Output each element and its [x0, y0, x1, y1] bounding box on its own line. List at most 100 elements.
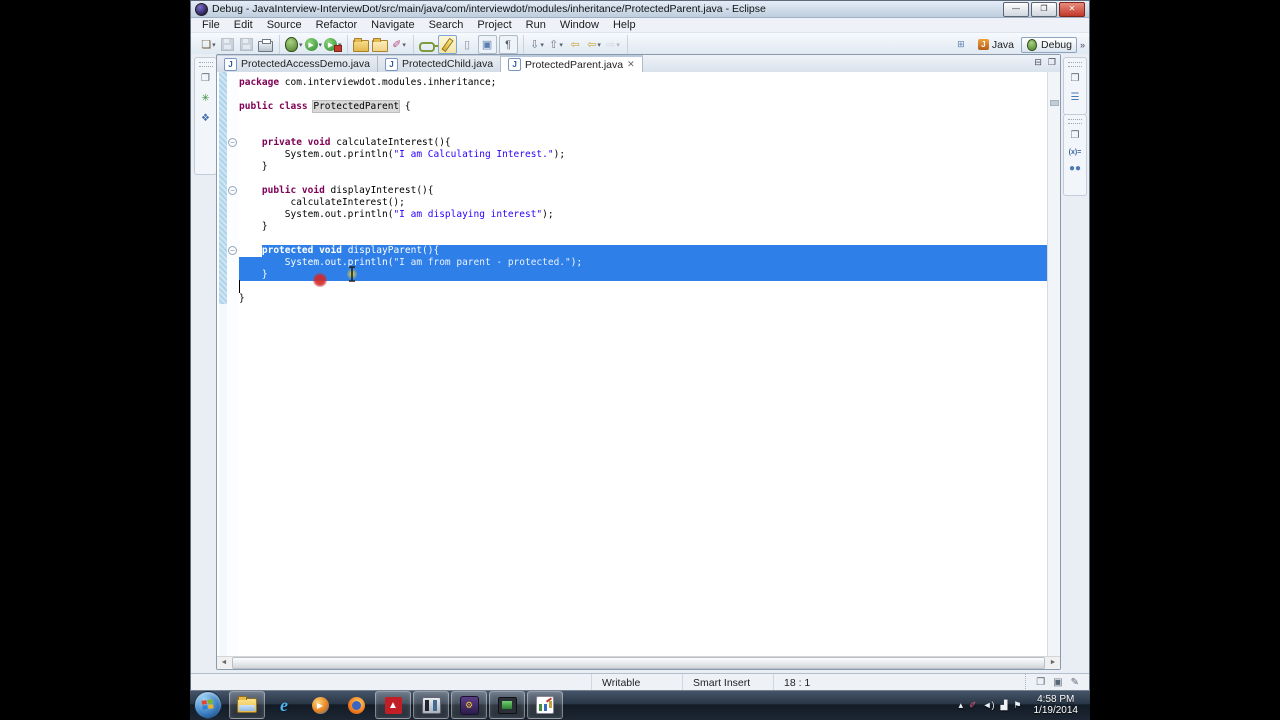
volume-icon[interactable]: ◄)	[983, 700, 995, 710]
tasks-trim-icon[interactable]: ✎	[1071, 677, 1079, 688]
code-line[interactable]: calculateInterest();	[239, 197, 1048, 209]
minimize-button[interactable]: —	[1003, 1, 1029, 17]
code-line[interactable]: package com.interviewdot.modules.inherit…	[239, 77, 1048, 89]
perspective-java-button[interactable]: J Java	[974, 38, 1018, 52]
occurrence-marker[interactable]	[1050, 100, 1059, 106]
open-resource-button[interactable]	[372, 36, 389, 53]
code-line[interactable]	[239, 89, 1048, 101]
run-button[interactable]: ▶ ▾	[304, 36, 323, 53]
save-button[interactable]	[219, 36, 236, 53]
last-edit-location-button[interactable]: ⇦	[567, 36, 584, 53]
code-line[interactable]	[239, 113, 1048, 125]
taskbar-item-windows-explorer[interactable]	[229, 691, 265, 719]
rail-grip[interactable]	[198, 62, 213, 67]
code-line[interactable]: }	[239, 161, 1048, 173]
servers-view-icon[interactable]: ❖	[201, 113, 210, 125]
back-button[interactable]: ⇦ ▾	[586, 36, 603, 53]
fold-collapse-icon[interactable]: −	[228, 138, 237, 147]
action-center-icon[interactable]: ⚑	[1013, 700, 1021, 711]
restore-trim-icon[interactable]: ❐	[1036, 677, 1045, 688]
maximize-button[interactable]: ❐	[1031, 1, 1057, 17]
menu-source[interactable]: Source	[260, 18, 309, 32]
menu-run[interactable]: Run	[519, 18, 553, 32]
menu-file[interactable]: File	[195, 18, 227, 32]
fold-collapse-icon[interactable]: −	[228, 246, 237, 255]
dropdown-arrow-icon[interactable]: ▾	[402, 41, 406, 49]
open-perspective-button[interactable]: ⊞	[951, 38, 971, 52]
code-line[interactable]	[239, 125, 1048, 137]
taskbar-item-screen-recorder[interactable]	[489, 691, 525, 719]
title-bar[interactable]: Debug - JavaInterview-InterviewDot/src/m…	[191, 1, 1089, 18]
menu-window[interactable]: Window	[553, 18, 606, 32]
variables-view-icon[interactable]: (x)=	[1069, 149, 1082, 156]
dropdown-arrow-icon[interactable]: ▾	[616, 41, 620, 49]
dropdown-arrow-icon[interactable]: ▾	[597, 41, 601, 49]
next-annotation-button[interactable]: ⇩ ▾	[529, 36, 546, 53]
console-trim-icon[interactable]: ▣	[1053, 677, 1062, 688]
code-line[interactable]: public void displayInterest(){	[239, 185, 1048, 197]
dropdown-arrow-icon[interactable]: ▾	[212, 41, 216, 49]
fold-collapse-icon[interactable]: −	[228, 186, 237, 195]
tab-close-icon[interactable]: ✕	[627, 59, 635, 70]
scroll-right-arrow[interactable]: ►	[1046, 657, 1060, 669]
forward-button[interactable]: ⇨ ▾	[605, 36, 622, 53]
code-line[interactable]: }	[239, 269, 1048, 281]
code-line[interactable]: System.out.println("I am from parent - p…	[239, 257, 1048, 269]
code-line[interactable]: }	[239, 221, 1048, 233]
restore-views-icon[interactable]: ❐	[1071, 130, 1080, 142]
menu-project[interactable]: Project	[470, 18, 518, 32]
restore-views-icon[interactable]: ❐	[1071, 73, 1080, 85]
outline-view-icon[interactable]: ☰	[1071, 92, 1080, 104]
open-type-button[interactable]	[353, 36, 370, 53]
minimize-stack-icon[interactable]: ⊟	[1034, 57, 1042, 68]
taskbar-clock[interactable]: 4:58 PM 1/19/2014	[1028, 694, 1085, 716]
dropdown-arrow-icon[interactable]: ▾	[559, 41, 563, 49]
dropdown-arrow-icon[interactable]: ▾	[319, 41, 323, 49]
editor-content[interactable]: − − − package com.interviewdot.modules.inh…	[217, 72, 1060, 658]
perspective-overflow-chevron[interactable]: »	[1080, 40, 1085, 50]
code-line[interactable]	[239, 173, 1048, 185]
code-line[interactable]: System.out.println("I am displaying inte…	[239, 209, 1048, 221]
editor-tab-protectedparent-java[interactable]: J ProtectedParent.java ✕	[501, 55, 643, 72]
menu-search[interactable]: Search	[422, 18, 471, 32]
scrollbar-thumb[interactable]	[232, 657, 1045, 669]
code-line[interactable]: System.out.println("I am Calculating Int…	[239, 149, 1048, 161]
external-tools-button[interactable]: ▶▾	[324, 36, 342, 53]
new-wizard-button[interactable]: ❏ ▾	[200, 36, 217, 53]
search-button[interactable]: ✐ ▾	[391, 36, 408, 53]
perspective-debug-button[interactable]: Debug	[1021, 36, 1077, 53]
code-line[interactable]: protected void displayParent(){	[239, 245, 1048, 257]
externalize-strings-button[interactable]	[419, 36, 439, 53]
print-button[interactable]	[257, 36, 274, 53]
recorder-tray-icon[interactable]: ✐	[969, 700, 977, 711]
close-button[interactable]: ✕	[1059, 1, 1085, 17]
code-area[interactable]: package com.interviewdot.modules.inherit…	[239, 72, 1048, 658]
dropdown-arrow-icon[interactable]: ▾	[540, 41, 544, 49]
taskbar-item-internet-explorer[interactable]: e	[267, 692, 301, 718]
block-selection-button[interactable]: ▯	[459, 36, 476, 53]
horizontal-scrollbar[interactable]: ◄ ►	[217, 656, 1060, 669]
editor-tab-protectedaccessdemo-java[interactable]: J ProtectedAccessDemo.java	[217, 55, 378, 72]
menu-refactor[interactable]: Refactor	[309, 18, 365, 32]
code-line[interactable]: private void calculateInterest(){	[239, 137, 1048, 149]
taskbar-item-adobe-reader[interactable]: ▲	[375, 691, 411, 719]
code-line[interactable]	[239, 280, 1048, 293]
show-hidden-icons[interactable]: ▴	[959, 700, 964, 711]
editor-tab-protectedchild-java[interactable]: J ProtectedChild.java	[377, 55, 502, 72]
menu-navigate[interactable]: Navigate	[364, 18, 421, 32]
network-icon[interactable]: ▟	[1001, 700, 1008, 711]
taskbar-item-firefox[interactable]	[339, 692, 373, 718]
mark-occurrences-button[interactable]	[437, 35, 457, 54]
show-whitespace-button[interactable]: ¶	[498, 35, 518, 54]
code-line[interactable]: }	[239, 293, 1048, 305]
previous-annotation-button[interactable]: ⇧ ▾	[548, 36, 565, 53]
restore-views-icon[interactable]: ❐	[201, 73, 210, 85]
rail-grip[interactable]	[1068, 62, 1082, 67]
dropdown-arrow-icon[interactable]: ▾	[299, 41, 303, 49]
rail-grip[interactable]	[1068, 119, 1082, 124]
taskbar-item-movie-maker[interactable]	[413, 691, 449, 719]
save-all-button[interactable]	[238, 36, 255, 53]
debug-button[interactable]: ▾	[285, 36, 303, 53]
start-button[interactable]	[194, 691, 222, 719]
code-line[interactable]: public class ProtectedParent {	[239, 100, 1048, 113]
